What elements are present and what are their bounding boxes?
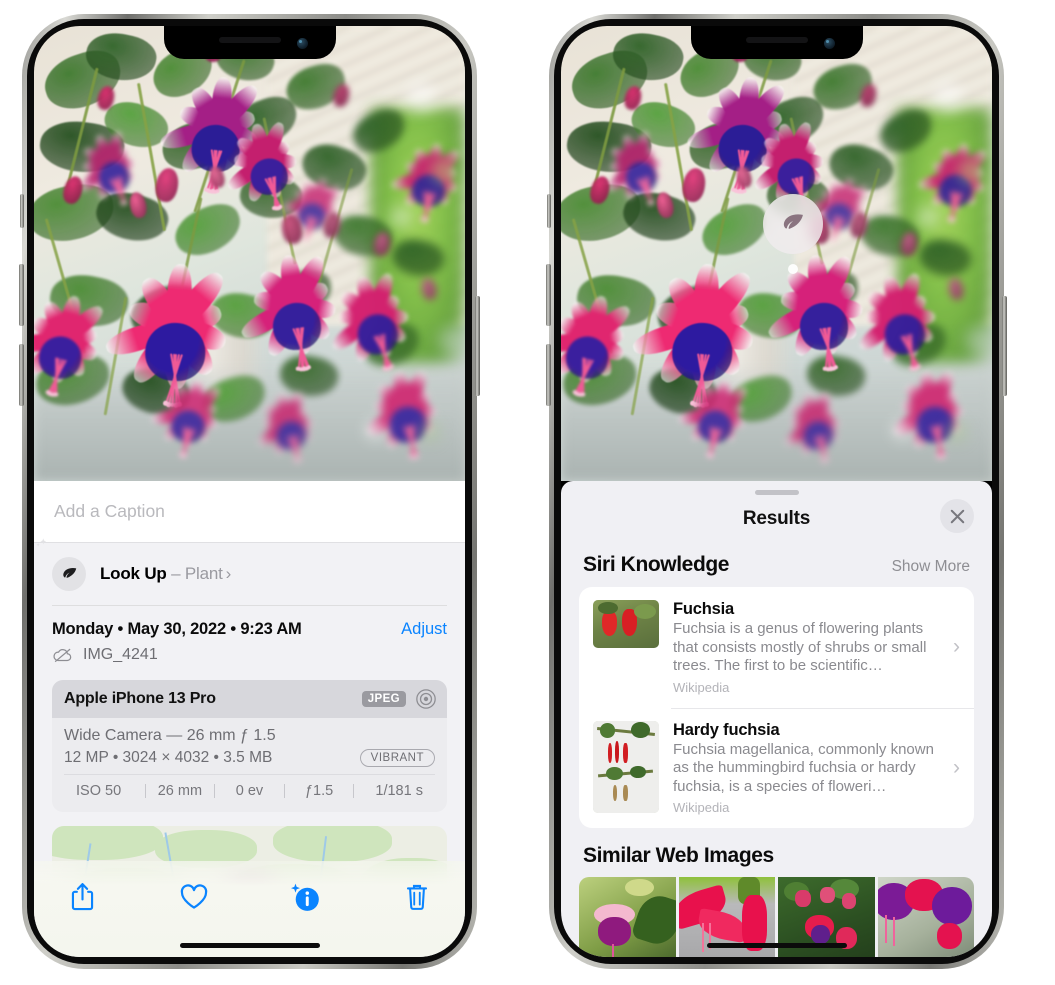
volume-up-button[interactable] <box>19 264 24 326</box>
leaf-icon <box>52 557 86 591</box>
power-button[interactable] <box>475 296 480 396</box>
mute-switch[interactable] <box>20 194 24 228</box>
power-button[interactable] <box>1002 296 1007 396</box>
look-up-label-group: Look Up – Plant › <box>100 564 231 584</box>
web-image-thumb[interactable] <box>579 877 676 957</box>
results-sheet: Results Siri Knowledge Show More Fuchsia… <box>561 481 992 957</box>
look-up-row[interactable]: Look Up – Plant › <box>34 538 465 605</box>
knowledge-title: Fuchsia <box>673 600 734 618</box>
caption-field[interactable]: Add a Caption <box>34 481 465 543</box>
knowledge-thumbnail <box>593 600 659 648</box>
page-title: Results <box>742 508 811 529</box>
fuchsia-photo <box>34 26 465 481</box>
photo-viewer[interactable] <box>561 26 992 481</box>
leaf-icon <box>783 214 803 229</box>
photographic-style-badge: VIBRANT <box>359 749 435 767</box>
metadata-card[interactable]: Apple iPhone 13 Pro JPEG Wide Camera — 2… <box>52 680 447 812</box>
share-button[interactable] <box>60 875 104 919</box>
earpiece-speaker <box>745 37 808 43</box>
exif-shutter: 1/181 s <box>375 783 423 799</box>
iphone-right: Results Siri Knowledge Show More Fuchsia… <box>546 14 1007 969</box>
section-title: Similar Web Images <box>583 844 774 867</box>
knowledge-description: Fuchsia magellanica, commonly known as t… <box>673 740 934 795</box>
image-specs: 12 MP • 3024 × 4032 • 3.5 MB <box>64 749 273 766</box>
results-header: Results <box>561 495 992 543</box>
volume-down-button[interactable] <box>19 344 24 406</box>
favorite-button[interactable] <box>172 875 216 919</box>
caption-placeholder: Add a Caption <box>54 501 165 521</box>
section-title: Siri Knowledge <box>583 553 730 576</box>
chevron-right-icon: › <box>953 755 960 779</box>
photo-viewer[interactable] <box>34 26 465 481</box>
look-up-subject: Plant <box>184 564 223 583</box>
aperture-icon <box>416 689 436 709</box>
exif-iso: ISO 50 <box>76 783 122 799</box>
home-indicator[interactable] <box>179 943 320 948</box>
look-up-dash: – <box>171 564 181 583</box>
front-camera-icon <box>823 38 835 49</box>
mute-switch[interactable] <box>547 194 551 228</box>
look-up-label: Look Up <box>100 564 167 583</box>
exif-row: ISO 50 26 mm 0 ev ƒ1.5 1/181 s <box>64 774 435 808</box>
iphone-left: Add a Caption Look Up – Plant › Monday •… <box>19 14 480 969</box>
phone-screen-left: Add a Caption Look Up – Plant › Monday •… <box>34 26 465 957</box>
home-indicator[interactable] <box>706 943 847 948</box>
knowledge-thumbnail <box>593 720 659 813</box>
list-item[interactable]: Hardy fuchsia Fuchsia magellanica, commo… <box>579 707 974 829</box>
fuchsia-photo <box>561 26 992 481</box>
date-row: Monday • May 30, 2022 • 9:23 AM Adjust <box>34 606 465 639</box>
volume-up-button[interactable] <box>546 264 551 326</box>
list-item[interactable]: Fuchsia Fuchsia is a genus of flowering … <box>579 587 974 708</box>
volume-down-button[interactable] <box>546 344 551 406</box>
similar-web-images-header: Similar Web Images <box>561 828 992 876</box>
exif-exposure: 0 ev <box>235 783 264 799</box>
notch <box>690 26 863 59</box>
exif-focal: 26 mm <box>157 783 203 799</box>
phone-screen-right: Results Siri Knowledge Show More Fuchsia… <box>561 26 992 957</box>
icloud-slash-icon <box>53 648 72 663</box>
format-badge: JPEG <box>361 691 406 707</box>
knowledge-title: Hardy fuchsia <box>673 720 780 739</box>
web-image-thumb[interactable] <box>877 877 974 957</box>
exif-aperture: ƒ1.5 <box>304 783 334 799</box>
visual-lookup-anchor-dot <box>788 264 798 274</box>
knowledge-source: Wikipedia <box>673 800 730 815</box>
info-button[interactable] <box>283 875 327 919</box>
show-more-button[interactable]: Show More <box>892 558 970 576</box>
chevron-right-icon: › <box>225 564 232 583</box>
close-icon <box>950 509 964 523</box>
photo-info-sheet: Add a Caption Look Up – Plant › Monday •… <box>34 481 465 957</box>
knowledge-list: Fuchsia Fuchsia is a genus of flowering … <box>579 587 974 828</box>
visual-lookup-badge[interactable] <box>763 194 823 254</box>
front-camera-icon <box>296 38 308 49</box>
metadata-card-body: Wide Camera — 26 mm ƒ 1.5 12 MP • 3024 ×… <box>52 718 447 812</box>
file-name: IMG_4241 <box>83 646 158 663</box>
knowledge-source: Wikipedia <box>673 679 730 695</box>
close-button[interactable] <box>940 499 974 533</box>
file-row: IMG_4241 <box>34 639 465 664</box>
capture-date: Monday • May 30, 2022 • 9:23 AM <box>52 620 302 638</box>
screenshot-root: Add a Caption Look Up – Plant › Monday •… <box>0 0 1055 985</box>
knowledge-description: Fuchsia is a genus of flowering plants t… <box>673 620 927 674</box>
chevron-right-icon: › <box>953 635 960 659</box>
earpiece-speaker <box>218 37 281 43</box>
lens-info: Wide Camera — 26 mm ƒ 1.5 <box>64 727 276 744</box>
adjust-button[interactable]: Adjust <box>401 620 447 639</box>
knowledge-text: Hardy fuchsia Fuchsia magellanica, commo… <box>659 721 953 816</box>
siri-knowledge-header: Siri Knowledge Show More <box>561 543 992 587</box>
delete-button[interactable] <box>395 875 439 919</box>
notch <box>163 26 336 59</box>
knowledge-text: Fuchsia Fuchsia is a genus of flowering … <box>659 600 953 695</box>
device-name: Apple iPhone 13 Pro <box>64 690 216 707</box>
metadata-card-header: Apple iPhone 13 Pro JPEG <box>52 680 447 718</box>
